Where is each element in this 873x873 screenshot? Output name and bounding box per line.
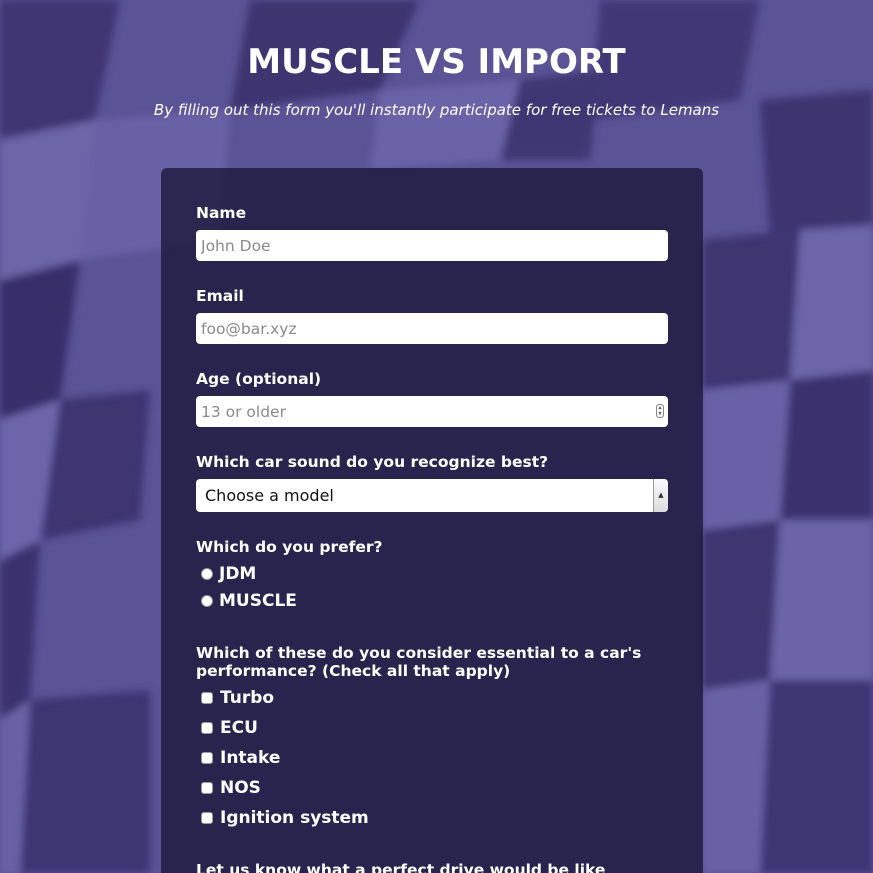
checkbox[interactable] [201,722,213,734]
car-sound-selected: Choose a model [205,486,334,505]
checkbox-option-label: Intake [220,748,281,768]
checkbox[interactable] [201,752,213,764]
essentials-label-line2: performance? (Check all that apply) [196,662,511,680]
car-sound-select[interactable]: Choose a model ▲ [196,479,668,512]
radio-option-jdm[interactable]: JDM [201,563,256,585]
car-sound-label: Which car sound do you recognize best? [196,453,549,471]
spinner-icon[interactable]: ▴ ▾ [656,404,664,418]
checkbox-option-label: Turbo [220,688,275,708]
name-input[interactable] [196,230,668,261]
checkbox[interactable] [201,782,213,794]
page-subtitle: By filling out this form you'll instantl… [153,101,720,119]
checkbox-option-label: NOS [220,778,261,798]
radio-option-label: MUSCLE [219,591,297,611]
name-label: Name [196,204,247,222]
checkbox-option-nos[interactable]: NOS [201,777,261,799]
age-input[interactable] [196,396,668,427]
checkbox-option-label: ECU [220,718,258,738]
radio-button[interactable] [201,568,213,580]
age-label: Age (optional) [196,370,322,388]
radio-option-muscle[interactable]: MUSCLE [201,590,297,612]
checkbox-option-turbo[interactable]: Turbo [201,687,274,709]
age-field: ▴▾ [196,396,668,427]
radio-option-label: JDM [219,564,257,584]
checkbox-option-label: Ignition system [220,808,369,828]
email-input[interactable] [196,313,668,344]
checkbox-option-ecu[interactable]: ECU [201,717,258,739]
email-label: Email [196,287,244,305]
preference-label: Which do you prefer? [196,538,383,556]
chevron-down-icon[interactable]: ▲ [653,479,668,512]
checkbox-option-ignition-system[interactable]: Ignition system [201,807,369,829]
radio-button[interactable] [201,595,213,607]
survey-form: Name Email Age (optional) ▴▾ Which car s… [161,168,703,873]
checkbox-option-intake[interactable]: Intake [201,747,280,769]
checkbox[interactable] [201,812,213,824]
perfect-drive-label: Let us know what a perfect drive would b… [196,861,606,873]
essentials-label-line1: Which of these do you consider essential… [196,644,642,662]
page-title: MUSCLE VS IMPORT [247,42,626,82]
checkbox[interactable] [201,692,213,704]
